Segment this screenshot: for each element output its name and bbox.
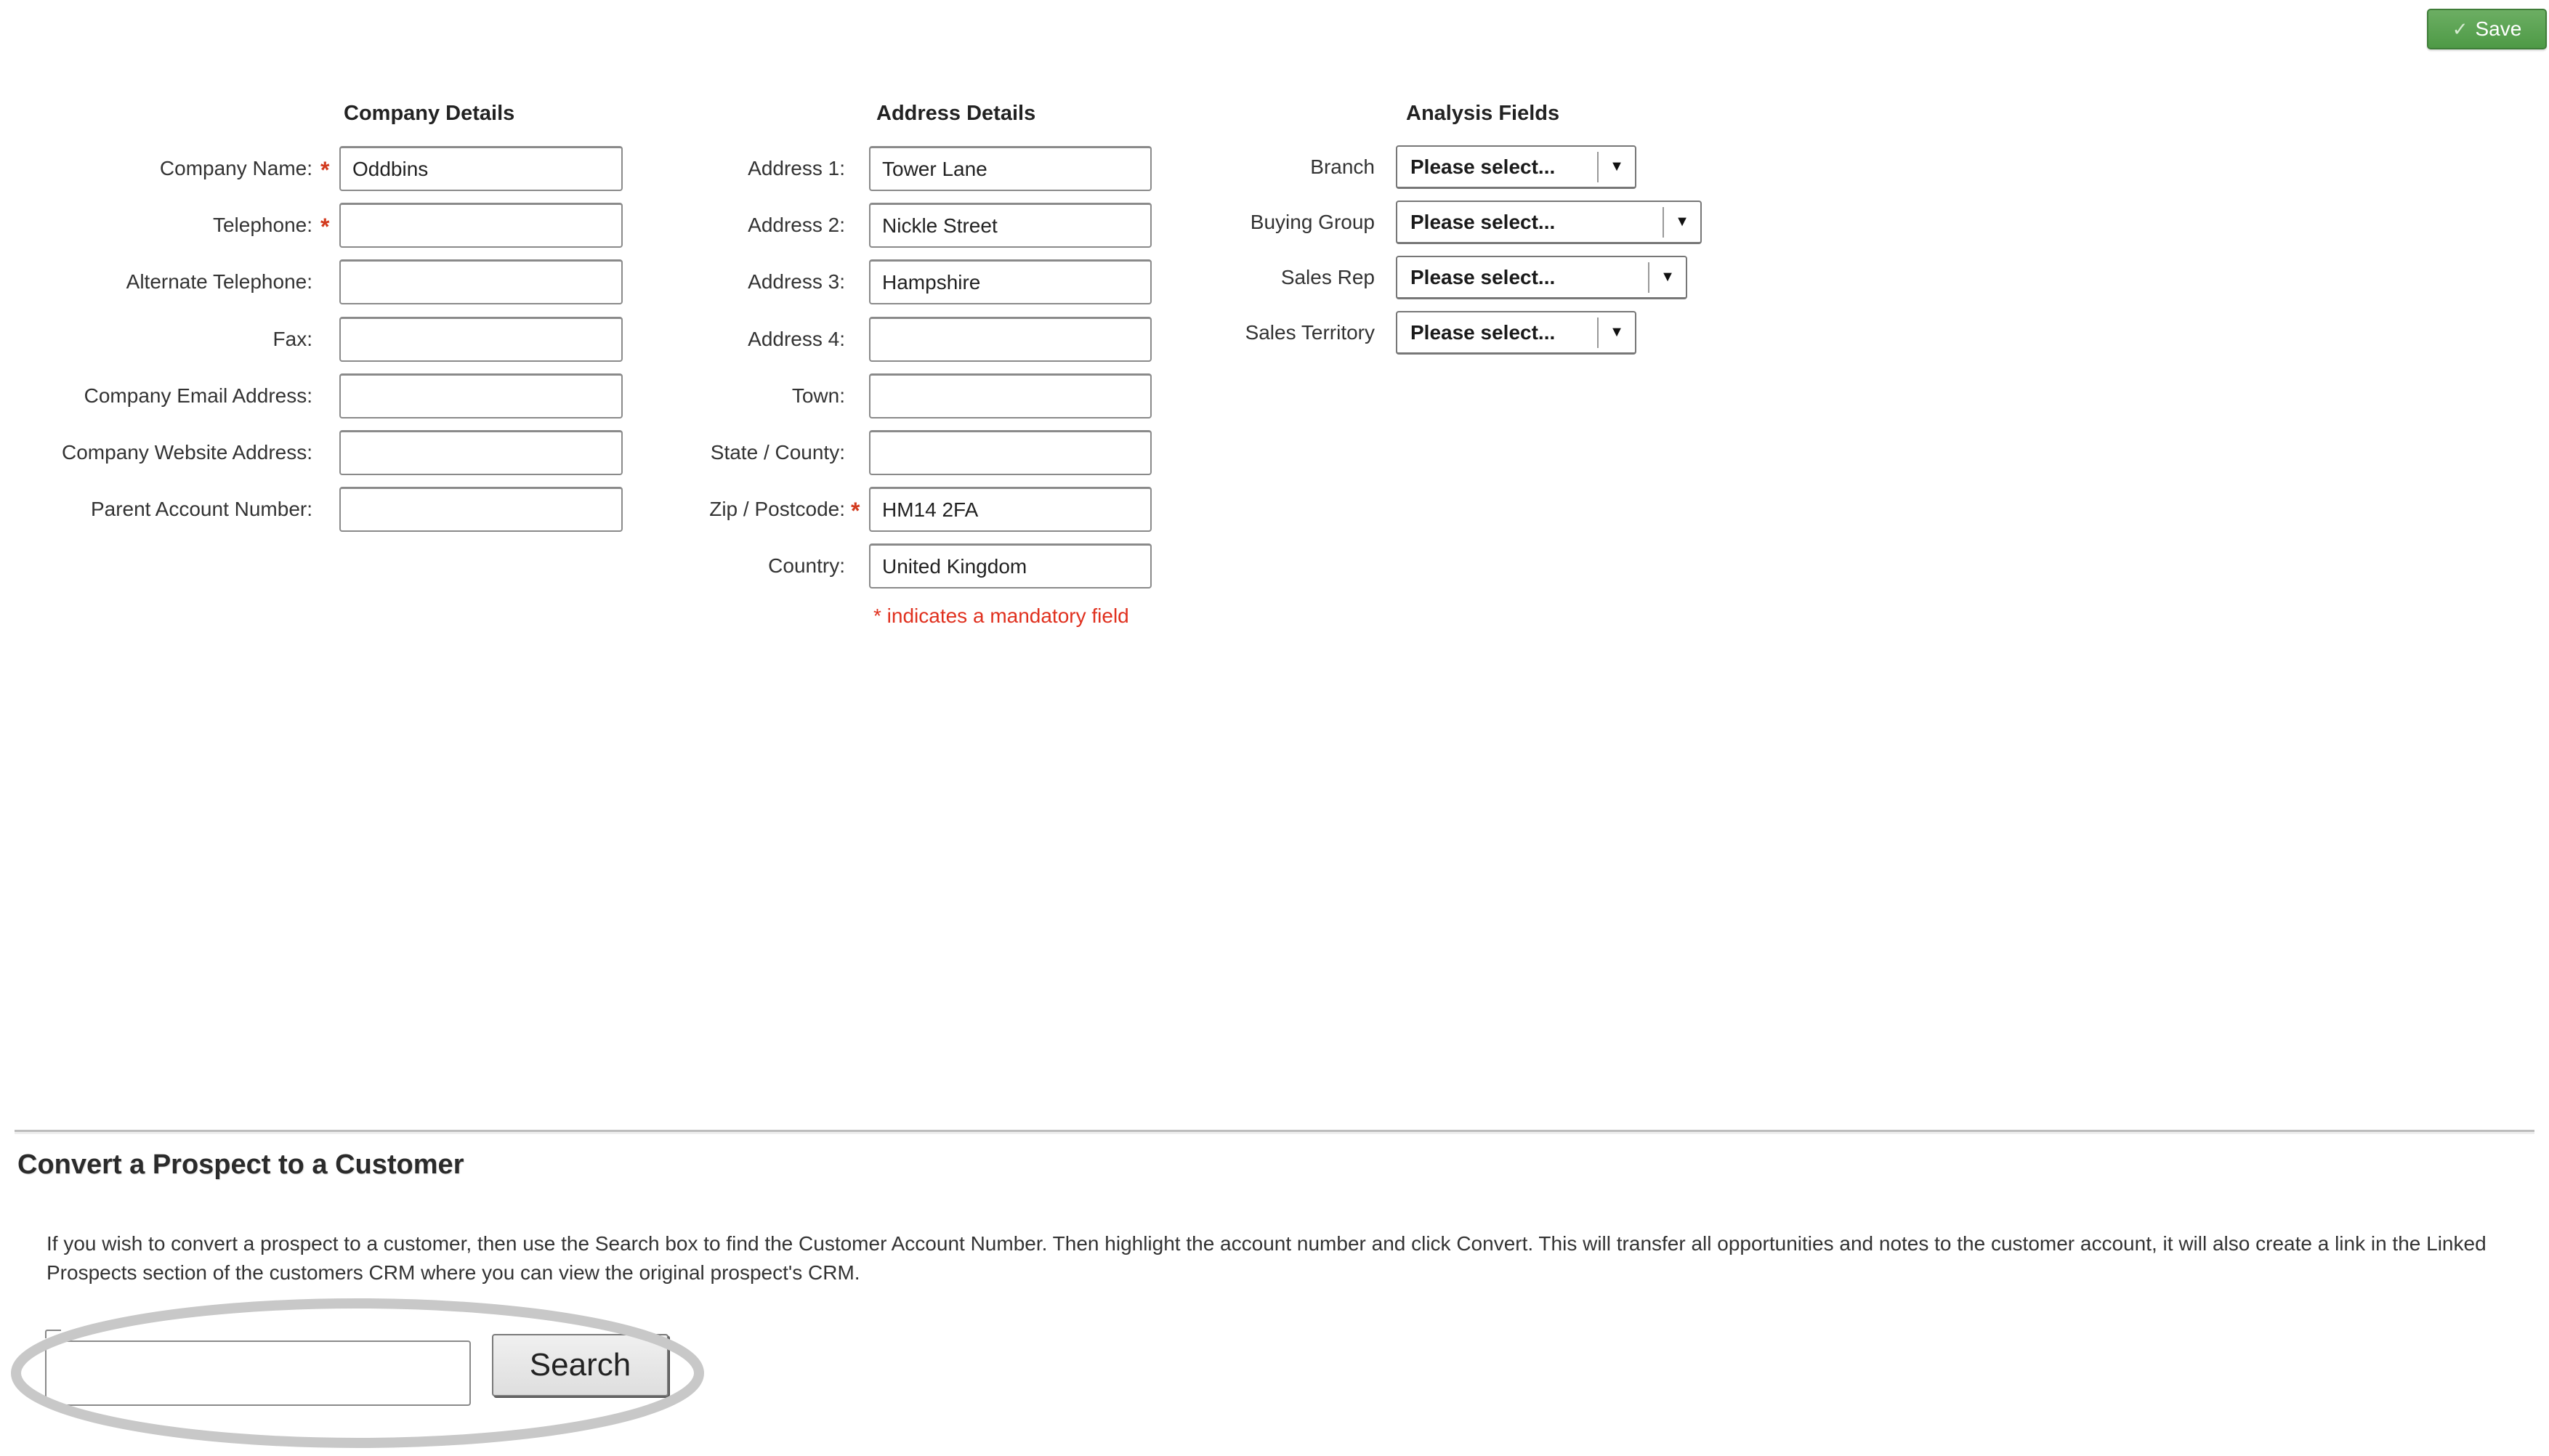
company-website-label: Company Website Address:	[62, 441, 312, 464]
company-website-input[interactable]	[339, 430, 623, 475]
chevron-down-icon[interactable]: ▼	[1599, 324, 1635, 341]
address-1-input[interactable]	[869, 146, 1152, 191]
address-3-label: Address 3:	[748, 270, 845, 293]
telephone-required-marker: *	[320, 214, 330, 240]
fax-label: Fax:	[272, 328, 312, 350]
chevron-down-icon[interactable]: ▼	[1649, 269, 1686, 286]
branch-select[interactable]: Please select... ▼	[1396, 145, 1636, 189]
save-button-label: Save	[2475, 17, 2522, 40]
mandatory-field-note: * indicates a mandatory field	[873, 604, 1129, 627]
sales-territory-selected-value: Please select...	[1410, 320, 1556, 344]
address-3-input[interactable]	[869, 259, 1152, 304]
customer-search-input[interactable]	[45, 1340, 471, 1406]
convert-description: If you wish to convert a prospect to a c…	[47, 1232, 2487, 1284]
sales-rep-select[interactable]: Please select... ▼	[1396, 256, 1687, 299]
telephone-label: Telephone:	[212, 214, 312, 236]
buying-group-selected-value: Please select...	[1410, 210, 1556, 233]
buying-group-select[interactable]: Please select... ▼	[1396, 201, 1702, 244]
company-name-required-marker: *	[320, 157, 330, 183]
save-button[interactable]: ✓ Save	[2427, 9, 2547, 49]
company-email-label: Company Email Address:	[84, 384, 312, 407]
parent-account-number-input[interactable]	[339, 487, 623, 532]
parent-account-number-label: Parent Account Number:	[90, 498, 312, 520]
chevron-down-icon[interactable]: ▼	[1599, 158, 1635, 175]
state-county-label: State / County:	[710, 441, 845, 464]
postcode-input[interactable]	[869, 487, 1152, 532]
address-1-label: Address 1:	[748, 157, 845, 179]
address-details-title: Address Details	[876, 102, 1036, 125]
address-4-input[interactable]	[869, 317, 1152, 362]
town-label: Town:	[791, 384, 845, 407]
address-4-label: Address 4:	[748, 328, 845, 350]
fax-input[interactable]	[339, 317, 623, 362]
country-input[interactable]	[869, 543, 1152, 589]
company-name-label: Company Name:	[159, 157, 312, 179]
telephone-input[interactable]	[339, 203, 623, 248]
postcode-label: Zip / Postcode:	[709, 498, 845, 520]
address-2-label: Address 2:	[748, 214, 845, 236]
sales-rep-label: Sales Rep	[1280, 266, 1375, 288]
section-divider	[15, 1130, 2534, 1134]
sales-territory-select[interactable]: Please select... ▼	[1396, 311, 1636, 355]
search-button[interactable]: Search	[492, 1334, 668, 1396]
branch-label: Branch	[1310, 155, 1375, 178]
country-label: Country:	[768, 554, 845, 577]
postcode-required-marker: *	[851, 498, 860, 524]
checkmark-icon: ✓	[2452, 17, 2468, 40]
chevron-down-icon[interactable]: ▼	[1664, 214, 1700, 230]
state-county-input[interactable]	[869, 430, 1152, 475]
branch-selected-value: Please select...	[1410, 155, 1556, 178]
alternate-telephone-label: Alternate Telephone:	[126, 270, 312, 293]
town-input[interactable]	[869, 373, 1152, 418]
company-name-input[interactable]	[339, 146, 623, 191]
company-email-input[interactable]	[339, 373, 623, 418]
convert-section-title: Convert a Prospect to a Customer	[17, 1149, 464, 1180]
analysis-fields-title: Analysis Fields	[1406, 102, 1560, 125]
buying-group-label: Buying Group	[1250, 211, 1375, 233]
search-input-tab	[45, 1330, 61, 1338]
alternate-telephone-input[interactable]	[339, 259, 623, 304]
company-details-title: Company Details	[344, 102, 515, 125]
sales-territory-label: Sales Territory	[1245, 321, 1375, 344]
sales-rep-selected-value: Please select...	[1410, 265, 1556, 288]
address-2-input[interactable]	[869, 203, 1152, 248]
